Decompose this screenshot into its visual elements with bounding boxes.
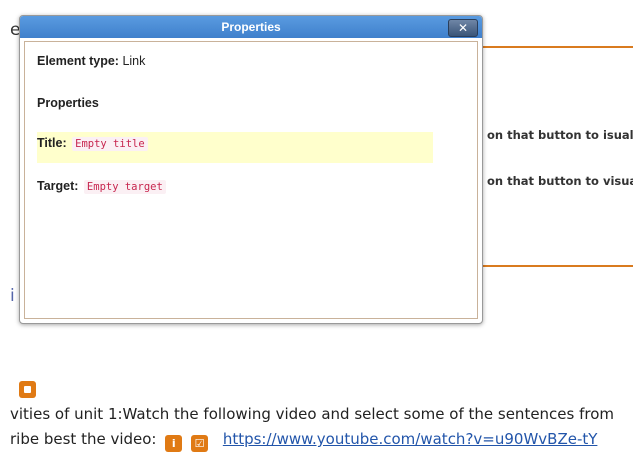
properties-dialog: Properties ✕ Element type: Link Properti…	[19, 15, 483, 324]
title-field-label: Title:	[37, 136, 67, 150]
element-type-row: Element type: Link	[37, 54, 145, 68]
element-type-value: Link	[122, 54, 146, 68]
bg-section-heading-fragment: i	[10, 286, 15, 306]
dialog-content: Element type: Link Properties Title: Emp…	[24, 41, 478, 319]
video-link[interactable]: https://www.youtube.com/watch?v=u90WvBZe…	[223, 430, 598, 448]
bg-instruction-text-1: on that button to isual	[487, 128, 633, 142]
orange-divider-top	[480, 46, 633, 48]
bg-instruction-text-2: on that button to visua	[487, 174, 633, 188]
target-field-value[interactable]: Empty target	[83, 180, 166, 194]
element-type-label: Element type:	[37, 54, 119, 68]
activity-description: vities of unit 1:Watch the following vid…	[10, 405, 615, 423]
check-icon[interactable]: ☑	[191, 435, 209, 452]
title-field: Title: Empty title	[37, 136, 148, 151]
stop-square-icon[interactable]	[19, 381, 36, 398]
close-icon[interactable]: ✕	[448, 19, 478, 37]
orange-divider-bottom	[480, 265, 633, 267]
target-field-row[interactable]: Target: Empty target	[37, 179, 166, 194]
properties-heading: Properties	[37, 96, 99, 110]
describe-text: ribe best the video:	[10, 430, 157, 448]
info-icon[interactable]: i	[165, 435, 183, 452]
target-field-label: Target:	[37, 179, 79, 193]
dialog-titlebar[interactable]: Properties ✕	[20, 16, 482, 38]
dialog-title: Properties	[221, 20, 281, 34]
title-field-value[interactable]: Empty title	[72, 137, 148, 151]
describe-line: ribe best the video: i ☑ https://www.you…	[10, 430, 597, 452]
title-field-row[interactable]: Title: Empty title	[37, 132, 433, 163]
